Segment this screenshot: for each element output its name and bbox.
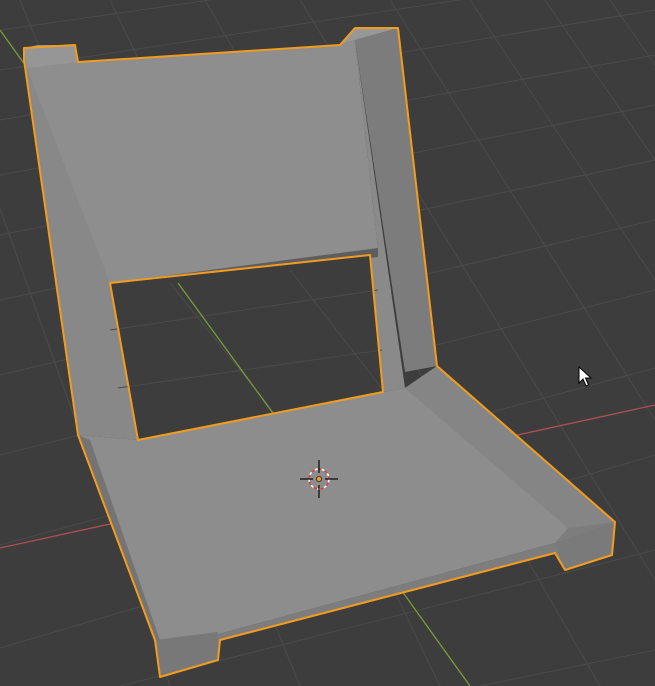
arrow-cursor-icon [578,365,593,387]
3d-viewport[interactable] [0,0,655,686]
viewport-scene[interactable] [0,0,655,686]
chair-mesh[interactable] [23,27,616,678]
